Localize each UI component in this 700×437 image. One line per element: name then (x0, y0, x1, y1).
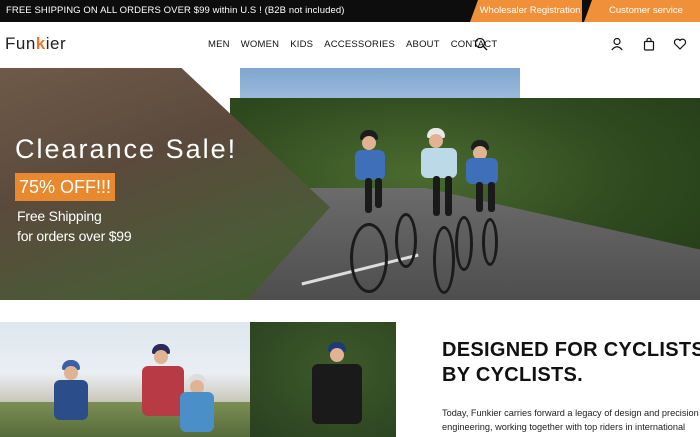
customer-service-button[interactable]: Customer service (584, 0, 700, 22)
section-title-line-1: DESIGNED FOR CYCLISTS, (442, 339, 700, 361)
nav-accessories[interactable]: ACCESSORIES (324, 39, 395, 50)
hero-banner[interactable]: Clearance Sale! 75% OFF!!! Free Shipping… (0, 68, 700, 300)
promo-bar: FREE SHIPPING ON ALL ORDERS OVER $99 wit… (0, 0, 700, 22)
section-body-line-2: engineering, working together with top r… (442, 422, 686, 432)
nav-women[interactable]: WOMEN (241, 39, 279, 50)
logo-suffix: ier (45, 34, 67, 53)
hero-title: Clearance Sale! (15, 134, 238, 164)
user-icon[interactable] (610, 37, 624, 51)
nav-kids[interactable]: KIDS (290, 39, 313, 50)
site-header: Funkier MEN WOMEN KIDS ACCESSORIES ABOUT… (0, 22, 700, 68)
section-title: DESIGNED FOR CYCLISTS, BY CYCLISTS. (442, 338, 700, 388)
section-title-line-2: BY CYCLISTS. (442, 364, 584, 386)
team-cyclists-image (0, 322, 396, 437)
heart-icon[interactable] (673, 37, 687, 51)
logo[interactable]: Funkier (5, 34, 66, 54)
nav-about[interactable]: ABOUT (406, 39, 440, 50)
section-body-line-1: Today, Funkier carries forward a legacy … (442, 408, 699, 418)
search-icon[interactable] (474, 37, 488, 51)
logo-prefix: Fun (5, 34, 36, 53)
main-nav: MEN WOMEN KIDS ACCESSORIES ABOUT CONTACT (208, 39, 508, 50)
nav-men[interactable]: MEN (208, 39, 230, 50)
wholesaler-registration-button[interactable]: Wholesaler Registration (470, 0, 582, 22)
bag-icon[interactable] (642, 37, 656, 51)
logo-k: k (35, 34, 46, 53)
hero-shipping-line: Free Shipping (17, 208, 102, 224)
section-body: Today, Funkier carries forward a legacy … (442, 406, 699, 434)
hero-threshold-line: for orders over $99 (17, 228, 132, 244)
discount-badge: 75% OFF!!! (15, 173, 116, 201)
promo-text: FREE SHIPPING ON ALL ORDERS OVER $99 wit… (6, 5, 345, 16)
